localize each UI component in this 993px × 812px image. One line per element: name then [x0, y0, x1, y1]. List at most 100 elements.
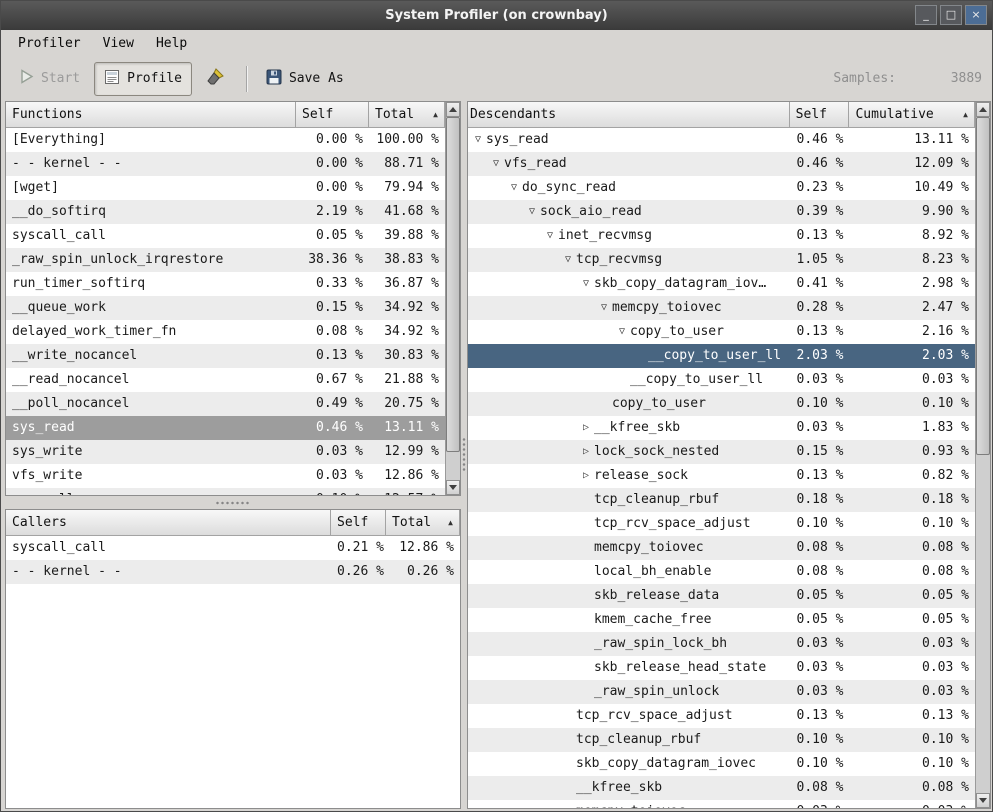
save-as-button[interactable]: Save As: [256, 62, 354, 96]
callers-header-row: Callers Self Total▲: [6, 510, 460, 536]
self-percent-cell: 0.03 %: [790, 656, 850, 680]
expander-open-icon[interactable]: ▽: [560, 248, 576, 272]
table-row[interactable]: memcpy_toiovec0.03 %0.03 %: [468, 800, 975, 808]
table-row[interactable]: skb_copy_datagram_iovec0.10 %0.10 %: [468, 752, 975, 776]
expander-open-icon[interactable]: ▽: [506, 176, 522, 200]
table-row[interactable]: - - kernel - -0.00 %88.71 %: [6, 152, 445, 176]
scroll-up-button[interactable]: [976, 102, 990, 117]
table-row[interactable]: tcp_rcv_space_adjust0.13 %0.13 %: [468, 704, 975, 728]
scroll-down-button[interactable]: [976, 793, 990, 808]
reset-button[interactable]: [196, 61, 234, 97]
expander-open-icon[interactable]: ▽: [488, 152, 504, 176]
table-row[interactable]: skb_release_data0.05 %0.05 %: [468, 584, 975, 608]
table-row[interactable]: ▷__kfree_skb0.03 %1.83 %: [468, 416, 975, 440]
brush-icon: [206, 68, 224, 90]
table-row[interactable]: __poll_nocancel0.49 %20.75 %: [6, 392, 445, 416]
table-row[interactable]: syscall_call0.21 %12.86 %: [6, 536, 460, 560]
scroll-up-button[interactable]: [446, 102, 460, 117]
table-row[interactable]: delayed_work_timer_fn0.08 %34.92 %: [6, 320, 445, 344]
table-row[interactable]: [wget]0.00 %79.94 %: [6, 176, 445, 200]
column-header-descendants[interactable]: Descendants: [468, 102, 790, 128]
start-button[interactable]: Start: [9, 62, 90, 95]
column-header-functions[interactable]: Functions: [6, 102, 296, 128]
column-header-self[interactable]: Self: [296, 102, 369, 128]
table-row[interactable]: vfs_write0.03 %12.86 %: [6, 464, 445, 488]
table-row[interactable]: sys_poll0.10 %12.57 %: [6, 488, 445, 495]
expander-open-icon[interactable]: ▽: [470, 128, 486, 152]
horizontal-splitter[interactable]: [5, 496, 461, 509]
cumulative-percent-cell: 0.03 %: [849, 632, 975, 656]
table-row[interactable]: memcpy_toiovec0.08 %0.08 %: [468, 536, 975, 560]
menu-profiler[interactable]: Profiler: [7, 32, 92, 55]
minimize-button[interactable]: _: [915, 5, 937, 25]
column-header-total[interactable]: Total▲: [369, 102, 445, 128]
table-row[interactable]: _raw_spin_lock_bh0.03 %0.03 %: [468, 632, 975, 656]
menu-view[interactable]: View: [92, 32, 145, 55]
expander-collapsed-icon[interactable]: ▷: [578, 464, 594, 488]
expander-open-icon[interactable]: ▽: [524, 200, 540, 224]
expander-open-icon[interactable]: ▽: [578, 272, 594, 296]
table-row[interactable]: tcp_rcv_space_adjust0.10 %0.10 %: [468, 512, 975, 536]
column-header-self[interactable]: Self: [790, 102, 850, 128]
close-button[interactable]: ×: [965, 5, 987, 25]
functions-vertical-scrollbar[interactable]: [445, 102, 460, 495]
table-row[interactable]: ▽tcp_recvmsg1.05 %8.23 %: [468, 248, 975, 272]
table-row[interactable]: sys_write0.03 %12.99 %: [6, 440, 445, 464]
scroll-down-button[interactable]: [446, 480, 460, 495]
table-row[interactable]: copy_to_user0.10 %0.10 %: [468, 392, 975, 416]
table-row[interactable]: ▽vfs_read0.46 %12.09 %: [468, 152, 975, 176]
expander-open-icon[interactable]: ▽: [542, 224, 558, 248]
column-header-callers[interactable]: Callers: [6, 510, 331, 536]
expander-collapsed-icon[interactable]: ▷: [578, 440, 594, 464]
table-row[interactable]: syscall_call0.05 %39.88 %: [6, 224, 445, 248]
table-row[interactable]: ▽skb_copy_datagram_iov…0.41 %2.98 %: [468, 272, 975, 296]
self-percent-cell: 0.39 %: [790, 200, 850, 224]
table-row[interactable]: ▽inet_recvmsg0.13 %8.92 %: [468, 224, 975, 248]
table-row[interactable]: local_bh_enable0.08 %0.08 %: [468, 560, 975, 584]
scrollbar-thumb[interactable]: [446, 117, 460, 452]
self-percent-cell: 0.13 %: [790, 224, 850, 248]
table-row[interactable]: ▷lock_sock_nested0.15 %0.93 %: [468, 440, 975, 464]
table-row[interactable]: sys_read0.46 %13.11 %: [6, 416, 445, 440]
table-row[interactable]: _raw_spin_unlock_irqrestore38.36 %38.83 …: [6, 248, 445, 272]
table-row[interactable]: kmem_cache_free0.05 %0.05 %: [468, 608, 975, 632]
expander-open-icon[interactable]: ▽: [614, 320, 630, 344]
table-row[interactable]: __copy_to_user_ll2.03 %2.03 %: [468, 344, 975, 368]
table-row[interactable]: - - kernel - -0.26 %0.26 %: [6, 560, 460, 584]
expander-open-icon[interactable]: ▽: [596, 296, 612, 320]
table-row[interactable]: ▽sys_read0.46 %13.11 %: [468, 128, 975, 152]
table-row[interactable]: run_timer_softirq0.33 %36.87 %: [6, 272, 445, 296]
table-row[interactable]: ▽sock_aio_read0.39 %9.90 %: [468, 200, 975, 224]
table-row[interactable]: tcp_cleanup_rbuf0.10 %0.10 %: [468, 728, 975, 752]
self-percent-cell: 0.05 %: [790, 608, 850, 632]
function-name-cell: sys_write: [6, 440, 296, 464]
table-row[interactable]: _raw_spin_unlock0.03 %0.03 %: [468, 680, 975, 704]
table-row[interactable]: __write_nocancel0.13 %30.83 %: [6, 344, 445, 368]
table-row[interactable]: ▽copy_to_user0.13 %2.16 %: [468, 320, 975, 344]
table-row[interactable]: __queue_work0.15 %34.92 %: [6, 296, 445, 320]
table-row[interactable]: [Everything]0.00 %100.00 %: [6, 128, 445, 152]
table-row[interactable]: ▽memcpy_toiovec0.28 %2.47 %: [468, 296, 975, 320]
descendant-name-label: skb_release_data: [594, 584, 719, 608]
profile-toggle-button[interactable]: Profile: [94, 62, 192, 96]
titlebar[interactable]: System Profiler (on crownbay) _ □ ×: [1, 1, 992, 30]
descendants-vertical-scrollbar[interactable]: [975, 102, 990, 808]
cumulative-percent-cell: 8.23 %: [849, 248, 975, 272]
table-row[interactable]: skb_release_head_state0.03 %0.03 %: [468, 656, 975, 680]
expander-collapsed-icon[interactable]: ▷: [578, 416, 594, 440]
table-row[interactable]: __do_softirq2.19 %41.68 %: [6, 200, 445, 224]
descendant-name-cell: memcpy_toiovec: [468, 536, 790, 560]
table-row[interactable]: __kfree_skb0.08 %0.08 %: [468, 776, 975, 800]
function-name-cell: [wget]: [6, 176, 296, 200]
column-header-self[interactable]: Self: [331, 510, 386, 536]
table-row[interactable]: __read_nocancel0.67 %21.88 %: [6, 368, 445, 392]
maximize-button[interactable]: □: [940, 5, 962, 25]
column-header-total[interactable]: Total▲: [386, 510, 460, 536]
menu-help[interactable]: Help: [145, 32, 198, 55]
scrollbar-thumb[interactable]: [976, 117, 990, 455]
column-header-cumulative[interactable]: Cumulative▲: [849, 102, 975, 128]
table-row[interactable]: ▷release_sock0.13 %0.82 %: [468, 464, 975, 488]
table-row[interactable]: tcp_cleanup_rbuf0.18 %0.18 %: [468, 488, 975, 512]
table-row[interactable]: ▽do_sync_read0.23 %10.49 %: [468, 176, 975, 200]
table-row[interactable]: __copy_to_user_ll0.03 %0.03 %: [468, 368, 975, 392]
